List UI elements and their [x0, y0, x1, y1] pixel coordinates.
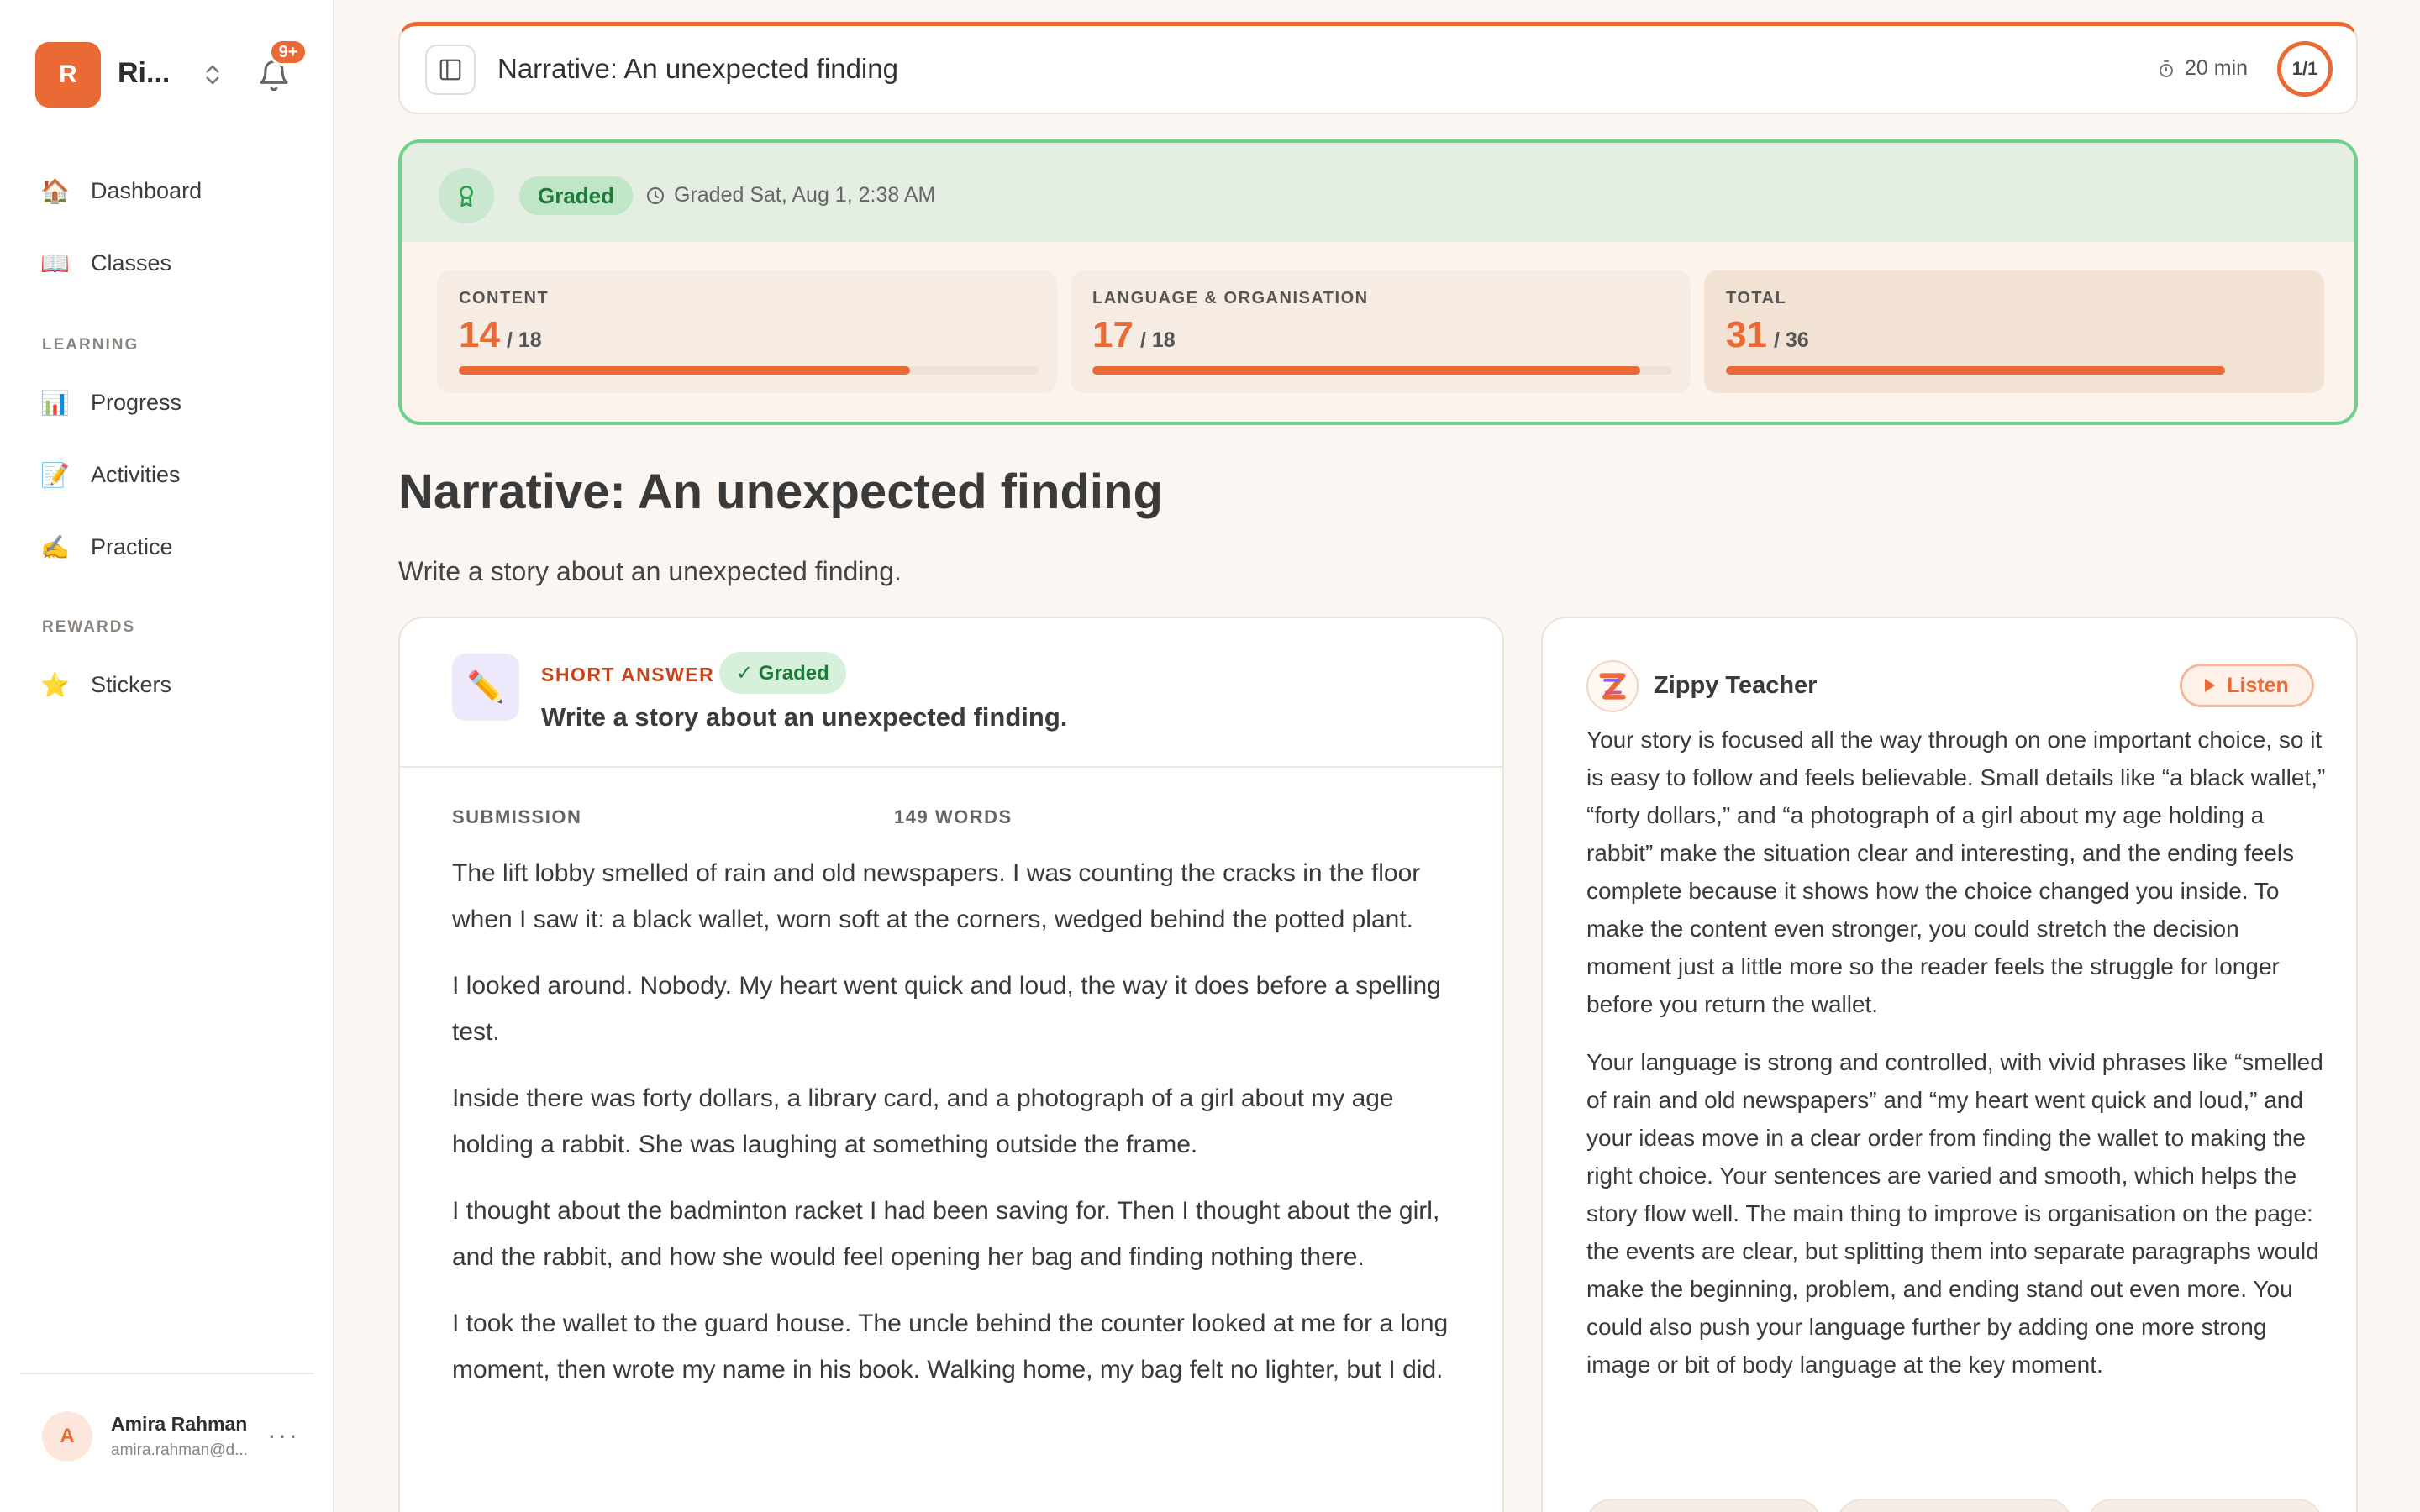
question-card: ✏️ SHORT ANSWER ✓ Graded Write a story a…	[398, 617, 1504, 1512]
sidebar-item-label: Classes	[91, 249, 172, 276]
score-content: CONTENT 14 / 18	[437, 270, 1057, 393]
notification-badge: 9+	[269, 39, 308, 66]
sidebar-item-stickers[interactable]: ⭐ Stickers	[27, 655, 309, 714]
feedback-chip[interactable]	[1837, 1499, 2072, 1512]
section-header-learning: LEARNING	[42, 336, 139, 354]
activity-title: Narrative: An unexpected finding	[497, 53, 898, 84]
score-bar	[459, 366, 1039, 375]
sidebar-item-activities[interactable]: 📝 Activities	[27, 445, 309, 504]
pencil-icon: ✏️	[452, 654, 519, 721]
grade-header: Graded Graded Sat, Aug 1, 2:38 AM	[402, 143, 2354, 242]
score-label: TOTAL	[1726, 289, 1787, 307]
sidebar-panel-icon	[439, 59, 461, 81]
bar-chart-icon: 📊	[40, 389, 70, 416]
score-max: / 18	[506, 328, 542, 352]
score-value: 17 / 18	[1092, 314, 1176, 356]
timer-value: 20 min	[2185, 56, 2249, 80]
feedback-card: Zippy Teacher Listen Your story is focus…	[1541, 617, 2358, 1512]
section-header-rewards: REWARDS	[42, 618, 136, 636]
essay-paragraph: Inside there was forty dollars, a librar…	[452, 1084, 1394, 1158]
user-profile[interactable]: A Amira Rahman amira.rahman@d... ···	[42, 1408, 311, 1465]
question-prompt: Write a story about an unexpected findin…	[541, 702, 1068, 732]
star-icon: ⭐	[40, 671, 70, 698]
feedback-text: Your story is focused all the way throug…	[1586, 721, 2326, 1404]
zippy-logo-icon	[1586, 660, 1639, 712]
sidebar: R Ri... 9+ 🏠 Dashboard 📖 Classes LEARNIN…	[0, 0, 334, 1512]
score-label: CONTENT	[459, 289, 550, 307]
toggle-sidebar-button[interactable]	[425, 45, 476, 95]
listen-button[interactable]: Listen	[2180, 664, 2314, 707]
score-value: 31 / 36	[1726, 314, 1809, 356]
essay-paragraph: I took the wallet to the guard house. Th…	[452, 1310, 1449, 1383]
brand-name: Ri...	[118, 57, 171, 89]
sidebar-item-practice[interactable]: ✍️ Practice	[27, 517, 309, 576]
feedback-chip[interactable]	[1586, 1499, 1822, 1512]
page-description: Write a story about an unexpected findin…	[398, 556, 902, 586]
brand-switcher[interactable]: R Ri... 9+	[35, 39, 308, 108]
graded-date-text: Graded Sat, Aug 1, 2:38 AM	[674, 183, 936, 207]
page-title: Narrative: An unexpected finding	[398, 465, 1163, 519]
word-count: 149 WORDS	[894, 806, 1013, 827]
sidebar-item-label: Practice	[91, 533, 173, 559]
house-icon: 🏠	[40, 177, 70, 204]
grade-summary: Graded Graded Sat, Aug 1, 2:38 AM CONTEN…	[398, 139, 2358, 425]
score-total: TOTAL 31 / 36	[1704, 270, 2324, 393]
timer: 20 min	[2156, 56, 2248, 81]
feedback-chip[interactable]	[2087, 1499, 2323, 1512]
score-bar	[1092, 366, 1672, 375]
score-bar-fill	[459, 366, 910, 375]
feedback-paragraph: Your story is focused all the way throug…	[1586, 727, 2326, 1017]
score-max: / 36	[1773, 328, 1809, 352]
sidebar-item-label: Stickers	[91, 671, 172, 697]
score-number: 14	[459, 314, 500, 355]
sidebar-item-classes[interactable]: 📖 Classes	[27, 234, 309, 292]
activity-header: Narrative: An unexpected finding 20 min …	[398, 22, 2358, 114]
essay-paragraph: I looked around. Nobody. My heart went q…	[452, 972, 1441, 1046]
score-bar-fill	[1726, 366, 2226, 375]
avatar: A	[42, 1411, 92, 1462]
listen-label: Listen	[2227, 673, 2289, 697]
user-email: amira.rahman@d...	[111, 1441, 248, 1459]
teacher-name: Zippy Teacher	[1654, 672, 1818, 699]
sidebar-item-label: Activities	[91, 461, 181, 487]
score-number: 31	[1726, 314, 1767, 355]
question-progress: 1/1	[2277, 41, 2333, 97]
score-value: 14 / 18	[459, 314, 542, 356]
score-label: LANGUAGE & ORGANISATION	[1092, 289, 1369, 307]
sidebar-divider	[20, 1373, 314, 1374]
score-bar	[1726, 366, 2306, 375]
play-icon	[2205, 679, 2216, 692]
clock-icon	[647, 186, 664, 204]
submission-text: The lift lobby smelled of rain and old n…	[452, 850, 1457, 1413]
status-badge: Graded	[519, 176, 634, 215]
divider	[400, 766, 1502, 768]
score-bar-fill	[1092, 366, 1640, 375]
writing-hand-icon: ✍️	[40, 533, 70, 560]
stopwatch-icon	[2160, 60, 2173, 77]
memo-icon: 📝	[40, 461, 70, 488]
score-number: 17	[1092, 314, 1134, 355]
book-icon: 📖	[40, 249, 70, 276]
question-type: SHORT ANSWER	[541, 664, 715, 685]
chevron-up-down-icon[interactable]	[200, 60, 225, 89]
sidebar-item-progress[interactable]: 📊 Progress	[27, 373, 309, 432]
submission-label: SUBMISSION	[452, 806, 582, 827]
brand-logo: R	[35, 42, 101, 108]
more-options-icon[interactable]: ···	[267, 1420, 299, 1451]
sidebar-item-label: Dashboard	[91, 177, 203, 203]
award-icon	[439, 168, 494, 223]
feedback-paragraph: Your language is strong and controlled, …	[1586, 1049, 2323, 1378]
sidebar-item-dashboard[interactable]: 🏠 Dashboard	[27, 161, 309, 220]
score-language-organisation: LANGUAGE & ORGANISATION 17 / 18	[1071, 270, 1691, 393]
essay-paragraph: The lift lobby smelled of rain and old n…	[452, 859, 1421, 933]
sidebar-item-label: Progress	[91, 389, 182, 415]
user-name: Amira Rahman	[111, 1413, 248, 1435]
score-max: / 18	[1139, 328, 1176, 352]
graded-timestamp: Graded Sat, Aug 1, 2:38 AM	[645, 183, 935, 207]
essay-paragraph: I thought about the badminton racket I h…	[452, 1197, 1440, 1271]
status-badge: ✓ Graded	[719, 652, 846, 694]
